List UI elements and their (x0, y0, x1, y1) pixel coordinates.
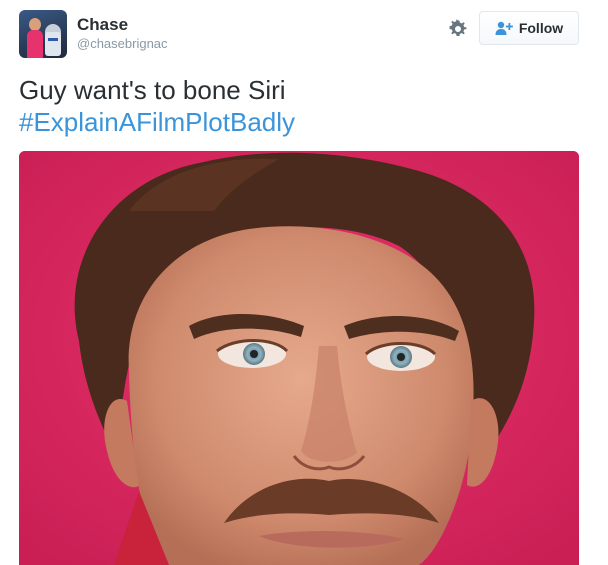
right-pupil (397, 353, 405, 361)
left-pupil (250, 350, 258, 358)
avatar-robot-stripe (48, 38, 58, 41)
gear-icon[interactable] (448, 19, 468, 39)
avatar[interactable] (19, 10, 67, 58)
follow-button[interactable]: Follow (479, 11, 579, 45)
avatar-person-body (27, 30, 43, 58)
author-block[interactable]: Chase @chasebrignac (77, 15, 168, 53)
tweet-card: Chase @chasebrignac Follow Guy want's to… (0, 0, 608, 565)
add-user-icon (495, 20, 513, 36)
tweet-header: Chase @chasebrignac Follow (19, 10, 579, 60)
portrait-illustration (19, 151, 579, 565)
tweet-media-image[interactable] (19, 151, 579, 565)
avatar-robot-body (45, 32, 61, 56)
author-display-name[interactable]: Chase (77, 15, 168, 35)
hashtag-link[interactable]: #ExplainAFilmPlotBadly (19, 106, 295, 138)
follow-label: Follow (518, 20, 564, 36)
tweet-text: Guy want's to bone Siri #ExplainAFilmPlo… (19, 74, 589, 138)
tweet-body-text: Guy want's to bone Siri (19, 75, 286, 105)
author-handle[interactable]: @chasebrignac (77, 35, 168, 53)
